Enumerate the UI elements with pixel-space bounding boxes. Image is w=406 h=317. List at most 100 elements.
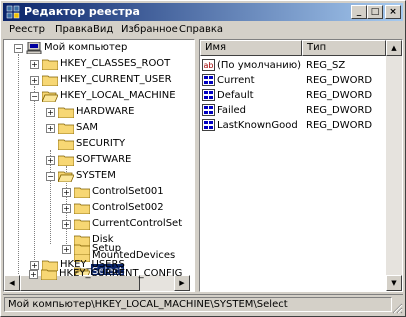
tree-node-sam[interactable]: + SAM: [4, 120, 184, 136]
expand-toggle[interactable]: +: [46, 156, 55, 165]
value-type: REG_DWORD: [306, 105, 373, 116]
value-type: REG_DWORD: [306, 90, 373, 101]
tree-label: HARDWARE: [76, 106, 135, 117]
registry-tree[interactable]: − Мой компьютер + HKEY_CLASSES_ROOT + HK…: [3, 39, 195, 292]
folder-icon: [74, 251, 90, 262]
expand-toggle[interactable]: +: [62, 220, 71, 229]
folder-icon: [74, 203, 90, 214]
computer-icon: [26, 42, 42, 54]
tree-node-software[interactable]: + SOFTWARE: [4, 152, 184, 168]
value-name: Failed: [217, 105, 247, 116]
binary-value-icon: [202, 119, 215, 131]
folder-icon: [58, 139, 74, 150]
value-type: REG_DWORD: [306, 75, 373, 86]
folder-icon: [74, 219, 90, 230]
tree-node-my-computer[interactable]: − Мой компьютер: [4, 40, 184, 56]
folder-open-icon: [58, 171, 74, 182]
folder-open-icon: [42, 91, 58, 102]
folder-icon: [58, 155, 74, 166]
tree-label: SAM: [76, 122, 99, 133]
list-item[interactable]: Failed REG_DWORD: [200, 103, 386, 118]
registry-app-icon: [6, 5, 20, 19]
tree-label: SECURITY: [76, 138, 126, 149]
folder-icon: [58, 107, 74, 118]
tree-node-hkcc[interactable]: + HKEY_CURRENT_CONFIG: [3, 266, 189, 282]
column-header-type[interactable]: Тип: [302, 40, 386, 56]
list-item[interactable]: Current REG_DWORD: [200, 73, 386, 88]
scroll-down-button[interactable]: ▼: [386, 275, 402, 291]
status-path: Мой компьютер\HKEY_LOCAL_MACHINE\SYSTEM\…: [4, 297, 392, 312]
tree-label: MountedDevices: [92, 250, 176, 261]
tree-label: Мой компьютер: [44, 42, 128, 53]
tree-label: HKEY_CURRENT_USER: [60, 74, 172, 85]
expand-toggle[interactable]: +: [29, 270, 38, 279]
binary-value-icon: [202, 74, 215, 86]
folder-icon: [74, 187, 90, 198]
ab-string-icon: ab: [202, 59, 215, 71]
tree-node-hkcu[interactable]: + HKEY_CURRENT_USER: [4, 72, 184, 88]
tree-label: HKEY_CLASSES_ROOT: [60, 58, 171, 69]
tree-node-hkcr[interactable]: + HKEY_CLASSES_ROOT: [4, 56, 184, 72]
status-bar: Мой компьютер\HKEY_LOCAL_MACHINE\SYSTEM\…: [3, 294, 403, 314]
tree-label: HKEY_LOCAL_MACHINE: [60, 90, 176, 101]
title-bar[interactable]: Редактор реестра _ □ ×: [3, 3, 403, 21]
maximize-button[interactable]: □: [367, 5, 383, 19]
value-name: Default: [217, 90, 254, 101]
menu-registry[interactable]: Реестр: [9, 23, 45, 37]
collapse-toggle[interactable]: −: [14, 44, 23, 53]
binary-value-icon: [202, 89, 215, 101]
window-title: Редактор реестра: [24, 5, 140, 18]
tree-node-hklm[interactable]: − HKEY_LOCAL_MACHINE: [4, 88, 184, 104]
tree-node-security[interactable]: SECURITY: [4, 136, 184, 152]
tree-node-mounteddevices[interactable]: MountedDevices: [4, 248, 184, 264]
tree-label: SYSTEM: [76, 170, 116, 181]
tree-label: CurrentControlSet: [92, 218, 183, 229]
folder-icon: [42, 75, 58, 86]
expand-toggle[interactable]: +: [46, 124, 55, 133]
close-button[interactable]: ×: [385, 5, 401, 19]
values-list[interactable]: Имя Тип ab (По умолчанию) REG_SZ Current…: [199, 39, 403, 292]
collapse-toggle[interactable]: −: [30, 92, 39, 101]
value-type: REG_DWORD: [306, 120, 373, 131]
value-type: REG_SZ: [306, 60, 346, 71]
tree-label: ControlSet002: [92, 202, 164, 213]
menu-edit[interactable]: Правка: [55, 23, 93, 37]
tree-node-controlset002[interactable]: + ControlSet002: [4, 200, 184, 216]
list-item[interactable]: ab (По умолчанию) REG_SZ: [200, 58, 386, 73]
value-name: Current: [217, 75, 255, 86]
tree-label: ControlSet001: [92, 186, 164, 197]
value-name: LastKnownGood: [217, 120, 298, 131]
list-item[interactable]: LastKnownGood REG_DWORD: [200, 118, 386, 133]
tree-node-system[interactable]: − SYSTEM: [4, 168, 184, 184]
tree-label: HKEY_CURRENT_CONFIG: [59, 268, 183, 279]
folder-icon: [42, 59, 58, 70]
tree-node-currentcontrolset[interactable]: + CurrentControlSet: [4, 216, 184, 232]
expand-toggle[interactable]: +: [46, 108, 55, 117]
tree-node-disk[interactable]: Disk: [4, 232, 184, 248]
expand-toggle[interactable]: +: [62, 204, 71, 213]
minimize-button[interactable]: _: [351, 5, 367, 19]
menu-favorites[interactable]: Избранное: [121, 23, 178, 37]
menu-bar: Реестр Правка Вид Избранное Справка: [3, 21, 403, 39]
folder-icon: [58, 123, 74, 134]
tree-node-hardware[interactable]: + HARDWARE: [4, 104, 184, 120]
values-vertical-scrollbar[interactable]: ▲ ▼: [386, 40, 402, 291]
value-name: (По умолчанию): [217, 60, 302, 71]
menu-view[interactable]: Вид: [93, 23, 113, 37]
scroll-up-button[interactable]: ▲: [386, 40, 402, 56]
expand-toggle[interactable]: +: [62, 188, 71, 197]
folder-icon: [41, 269, 57, 280]
svg-text:ab: ab: [204, 61, 214, 70]
resize-grip-icon[interactable]: [391, 302, 403, 314]
collapse-toggle[interactable]: −: [46, 172, 55, 181]
list-item[interactable]: Default REG_DWORD: [200, 88, 386, 103]
folder-icon: [74, 235, 90, 246]
tree-label: SOFTWARE: [76, 154, 132, 165]
binary-value-icon: [202, 104, 215, 116]
expand-toggle[interactable]: +: [30, 60, 39, 69]
column-header-name[interactable]: Имя: [200, 40, 302, 56]
expand-toggle[interactable]: +: [30, 76, 39, 85]
tree-node-controlset001[interactable]: + ControlSet001: [4, 184, 184, 200]
menu-help[interactable]: Справка: [179, 23, 223, 37]
content-panes: − Мой компьютер + HKEY_CLASSES_ROOT + HK…: [3, 39, 403, 292]
